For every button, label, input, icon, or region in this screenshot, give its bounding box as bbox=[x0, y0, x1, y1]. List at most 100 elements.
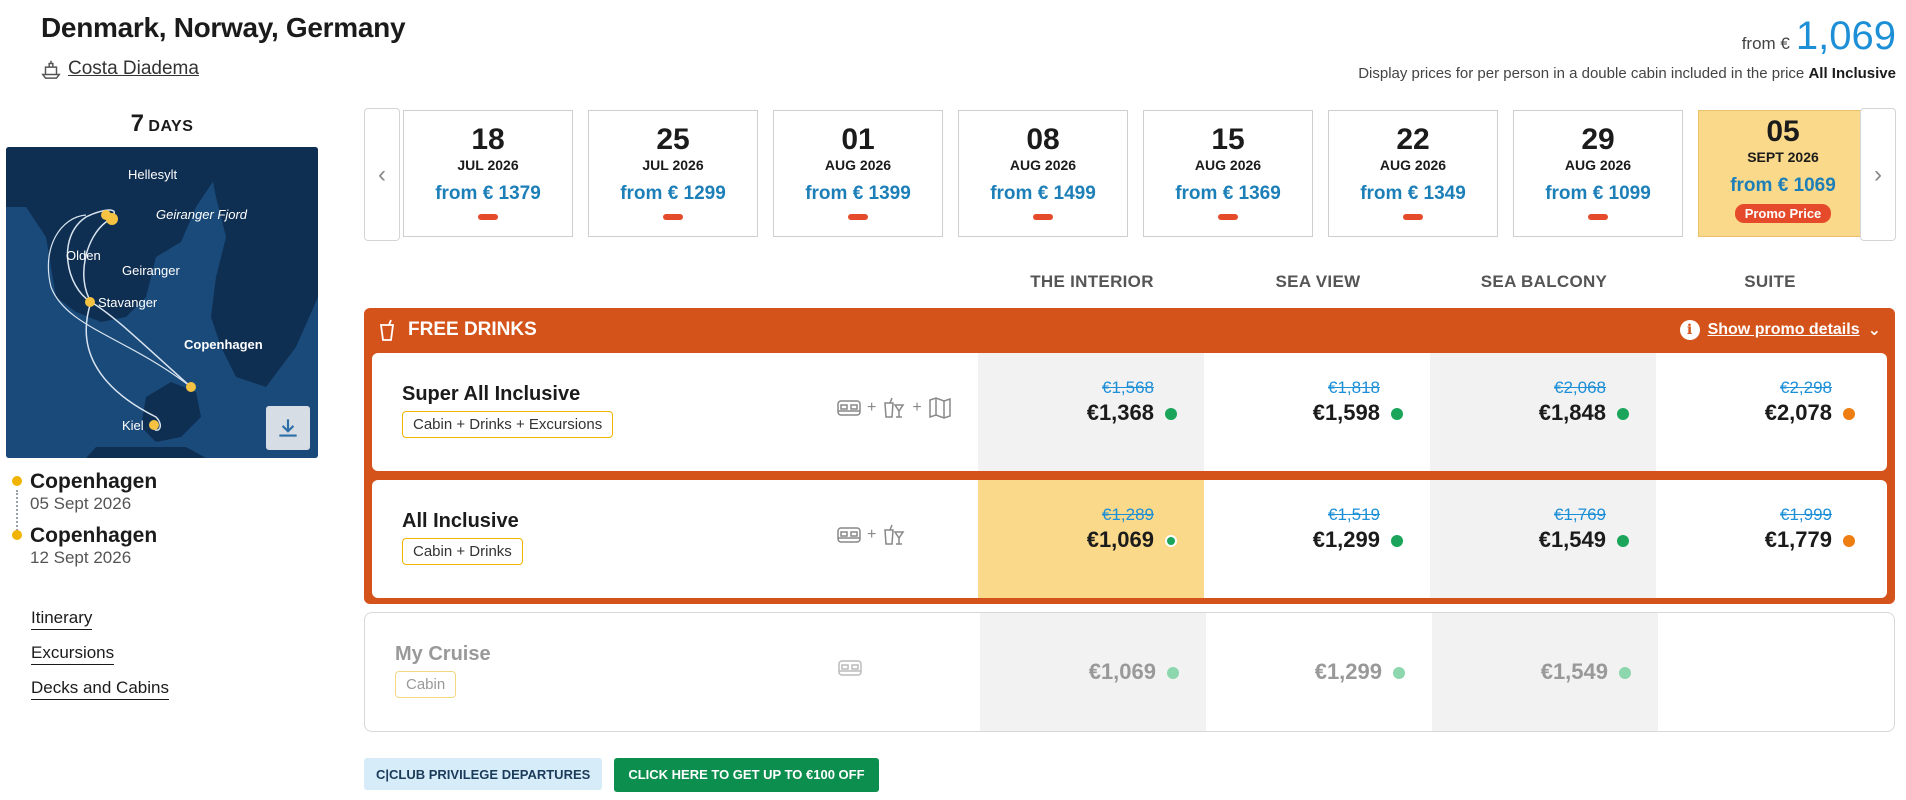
new-price: €1,299 bbox=[1314, 659, 1382, 684]
availability-dot bbox=[1843, 408, 1855, 420]
link-excursions[interactable]: Excursions bbox=[31, 643, 115, 665]
club-privilege-button[interactable]: C|CLUB PRIVILEGE DEPARTURES bbox=[364, 758, 603, 790]
old-price: €1,568 bbox=[1102, 378, 1154, 397]
price-cell-interior[interactable]: €1,069 bbox=[980, 613, 1206, 731]
show-promo-details-button[interactable]: i Show promo details ⌄ bbox=[1679, 320, 1881, 340]
date-card[interactable]: 22 AUG 2026 from € 1349 bbox=[1328, 110, 1498, 237]
drinks-icon bbox=[884, 397, 905, 418]
date-card-selected[interactable]: 05 SEPT 2026 from € 1069 Promo Price bbox=[1698, 110, 1868, 237]
availability-dot bbox=[1393, 667, 1405, 679]
route-map[interactable]: Hellesylt Geiranger Fjord Olden Geirange… bbox=[6, 147, 318, 458]
price-note-bold: All Inclusive bbox=[1808, 65, 1896, 82]
price-note-text: Display prices for per person in a doubl… bbox=[1358, 65, 1805, 82]
rate-icons bbox=[837, 655, 863, 681]
date-day: 18 bbox=[471, 123, 505, 156]
rate-name: Super All Inclusive bbox=[402, 383, 581, 405]
availability-bar bbox=[1403, 214, 1423, 220]
availability-dot bbox=[1391, 408, 1403, 420]
price-cell-suite[interactable]: €2,298 €2,078 bbox=[1656, 353, 1882, 471]
date-day: 05 bbox=[1766, 115, 1800, 148]
date-card[interactable]: 25 JUL 2026 from € 1299 bbox=[588, 110, 758, 237]
map-label: Kiel bbox=[122, 418, 144, 433]
date-month: AUG 2026 bbox=[1194, 157, 1262, 173]
availability-dot bbox=[1167, 667, 1179, 679]
price-cell-sea-view[interactable]: €1,299 bbox=[1206, 613, 1432, 731]
rate-name: My Cruise bbox=[395, 643, 491, 665]
port-dot bbox=[12, 476, 22, 486]
availability-bar bbox=[663, 214, 683, 220]
availability-dot bbox=[1617, 408, 1629, 420]
side-nav: Itinerary Excursions Decks and Cabins bbox=[31, 608, 169, 700]
old-price: €1,769 bbox=[1554, 505, 1606, 524]
rate-icons: + + bbox=[836, 395, 953, 421]
date-month: JUL 2026 bbox=[642, 157, 704, 173]
availability-dot bbox=[1165, 535, 1177, 547]
ship-link[interactable]: Costa Diadema bbox=[40, 58, 199, 80]
link-decks-cabins[interactable]: Decks and Cabins bbox=[31, 678, 169, 700]
rate-info: All Inclusive Cabin + Drinks + bbox=[372, 480, 978, 598]
price-cell-interior-selected[interactable]: €1,289 €1,069 bbox=[978, 480, 1204, 598]
port-date: 05 Sept 2026 bbox=[30, 494, 132, 513]
port-dot-geiranger bbox=[106, 213, 118, 225]
discount-offer-button[interactable]: CLICK HERE TO GET UP TO €100 OFF bbox=[614, 758, 879, 792]
port-dot-stavanger bbox=[85, 297, 95, 307]
availability-bar bbox=[478, 214, 498, 220]
port-date: 12 Sept 2026 bbox=[30, 548, 132, 567]
date-card[interactable]: 15 AUG 2026 from € 1369 bbox=[1143, 110, 1313, 237]
price-cell-sea-balcony[interactable]: €2,068 €1,848 bbox=[1430, 353, 1656, 471]
port-name: Copenhagen bbox=[30, 524, 158, 547]
price-cell-sea-view[interactable]: €1,519 €1,299 bbox=[1204, 480, 1430, 598]
carousel-next-button[interactable]: › bbox=[1860, 108, 1896, 241]
price-cell-interior[interactable]: €1,568 €1,368 bbox=[978, 353, 1204, 471]
map-label: Stavanger bbox=[98, 295, 158, 310]
rate-name: All Inclusive bbox=[402, 510, 519, 532]
date-day: 25 bbox=[656, 123, 690, 156]
duration: 7 DAYS bbox=[6, 110, 318, 138]
availability-dot bbox=[1617, 535, 1629, 547]
date-card[interactable]: 01 AUG 2026 from € 1399 bbox=[773, 110, 943, 237]
ship-icon bbox=[41, 60, 61, 79]
port-dot bbox=[12, 530, 22, 540]
new-price: €2,078 bbox=[1764, 400, 1832, 425]
price-cell-sea-balcony[interactable]: €1,549 bbox=[1432, 613, 1658, 731]
date-month: JUL 2026 bbox=[457, 157, 519, 173]
rate-icons: + bbox=[836, 522, 907, 548]
port-item: Copenhagen 12 Sept 2026 bbox=[12, 524, 157, 568]
cabin-type-headers: THE INTERIOR SEA VIEW SEA BALCONY SUITE bbox=[979, 272, 1883, 292]
price-cell-suite[interactable]: €1,999 €1,779 bbox=[1656, 480, 1882, 598]
availability-dot bbox=[1619, 667, 1631, 679]
date-card[interactable]: 18 JUL 2026 from € 1379 bbox=[403, 110, 573, 237]
date-day: 08 bbox=[1026, 123, 1060, 156]
promo-header: FREE DRINKS i Show promo details ⌄ bbox=[364, 308, 1895, 352]
price-cell-sea-view[interactable]: €1,818 €1,598 bbox=[1204, 353, 1430, 471]
rate-info: My Cruise Cabin bbox=[365, 613, 980, 731]
days-number: 7 bbox=[130, 110, 144, 137]
date-card[interactable]: 29 AUG 2026 from € 1099 bbox=[1513, 110, 1683, 237]
rate-info: Super All Inclusive Cabin + Drinks + Exc… bbox=[372, 353, 978, 471]
date-price: from € 1069 bbox=[1730, 175, 1836, 196]
rate-tag: Cabin bbox=[395, 671, 457, 698]
port-dot-kiel bbox=[149, 420, 159, 430]
port-item: Copenhagen 05 Sept 2026 bbox=[12, 470, 157, 514]
date-month: AUG 2026 bbox=[1564, 157, 1632, 173]
new-price: €1,299 bbox=[1312, 527, 1380, 552]
download-icon bbox=[279, 419, 297, 437]
map-icon bbox=[928, 397, 951, 419]
date-list: 18 JUL 2026 from € 1379 25 JUL 2026 from… bbox=[403, 110, 1868, 237]
days-label: DAYS bbox=[148, 118, 194, 135]
bed-icon bbox=[837, 400, 861, 416]
promo-block: FREE DRINKS i Show promo details ⌄ Super… bbox=[364, 308, 1895, 604]
plus-sign: + bbox=[867, 526, 877, 543]
new-price: €1,549 bbox=[1538, 527, 1606, 552]
link-itinerary[interactable]: Itinerary bbox=[31, 608, 93, 630]
date-card[interactable]: 08 AUG 2026 from € 1499 bbox=[958, 110, 1128, 237]
new-price: €1,069 bbox=[1086, 527, 1154, 552]
carousel-prev-button[interactable]: ‹ bbox=[364, 108, 400, 241]
availability-bar bbox=[1588, 214, 1608, 220]
download-button[interactable] bbox=[266, 406, 310, 450]
date-price: from € 1369 bbox=[1175, 183, 1281, 204]
header-price: from € 1,069 bbox=[1742, 14, 1896, 59]
plus-sign: + bbox=[867, 399, 877, 416]
availability-bar bbox=[1033, 214, 1053, 220]
price-cell-sea-balcony[interactable]: €1,769 €1,549 bbox=[1430, 480, 1656, 598]
